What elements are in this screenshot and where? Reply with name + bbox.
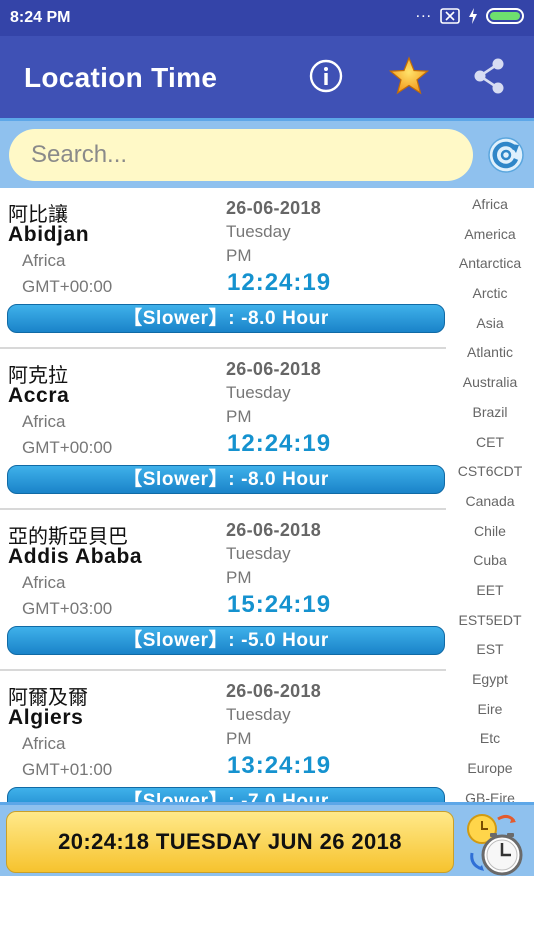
city-gmt-offset: GMT+01:00 xyxy=(22,760,113,779)
city-gmt-offset: GMT+03:00 xyxy=(22,599,113,618)
bottom-bar: 20:24:18 TUESDAY JUN 26 2018 xyxy=(0,802,534,876)
app-title: Location Time xyxy=(24,62,218,93)
region-index-item[interactable]: EST xyxy=(446,633,534,663)
more-notifications-icon: ... xyxy=(415,4,432,21)
region-index-item[interactable]: Chile xyxy=(446,515,534,545)
region-index-item[interactable]: Eire xyxy=(446,693,534,723)
city-date: 26-06-2018 xyxy=(226,359,322,379)
city-time: 13:24:19 xyxy=(227,752,332,779)
city-time: 12:24:19 xyxy=(227,430,332,457)
app-bar: Location Time xyxy=(0,36,534,118)
city-ampm: PM xyxy=(226,568,252,587)
search-input[interactable] xyxy=(9,129,473,181)
region-index-item[interactable]: Arctic xyxy=(446,277,534,307)
region-index[interactable]: Africa America Antarctica Arctic Asia At… xyxy=(446,188,534,802)
time-difference-badge: 【Slower】: -8.0 Hour xyxy=(7,304,445,333)
world-clock-button[interactable] xyxy=(460,807,530,879)
share-button[interactable] xyxy=(469,56,509,96)
battery-level xyxy=(490,12,520,20)
city-weekday: Tuesday xyxy=(226,544,291,563)
status-icons: ... xyxy=(415,4,524,24)
share-icon xyxy=(474,58,504,94)
status-time: 8:24 PM xyxy=(10,9,71,26)
region-index-item[interactable]: Europe xyxy=(446,752,534,782)
region-index-item[interactable]: Cuba xyxy=(446,544,534,574)
city-ampm: PM xyxy=(226,729,252,748)
city-date: 26-06-2018 xyxy=(226,198,322,218)
battery-icon xyxy=(486,8,524,24)
city-date: 26-06-2018 xyxy=(226,681,322,701)
city-region: Africa xyxy=(22,251,66,270)
city-weekday: Tuesday xyxy=(226,222,291,241)
city-time: 15:24:19 xyxy=(227,591,332,618)
time-difference-badge: 【Slower】: -7.0 Hour xyxy=(7,787,445,802)
city-ampm: PM xyxy=(226,246,252,265)
region-index-item[interactable]: Brazil xyxy=(446,396,534,426)
time-difference-badge: 【Slower】: -5.0 Hour xyxy=(7,626,445,655)
time-difference-badge: 【Slower】: -8.0 Hour xyxy=(7,465,445,494)
region-index-item[interactable]: CST6CDT xyxy=(446,455,534,485)
list-item[interactable]: 阿克拉 Accra Africa GMT+00:00 26-06-2018 Tu… xyxy=(0,349,446,510)
region-index-item[interactable]: Canada xyxy=(446,485,534,515)
region-index-item[interactable]: Africa xyxy=(446,188,534,218)
region-index-item[interactable]: Asia xyxy=(446,307,534,337)
sim-blocked-icon xyxy=(440,8,460,24)
alarm-clocks-icon xyxy=(467,814,523,876)
city-name: Accra xyxy=(8,384,70,407)
region-index-item[interactable]: GB-Eire xyxy=(446,782,534,802)
info-button[interactable] xyxy=(306,56,346,96)
region-index-item[interactable]: CET xyxy=(446,426,534,456)
region-index-item[interactable]: EET xyxy=(446,574,534,604)
city-gmt-offset: GMT+00:00 xyxy=(22,438,113,457)
city-date: 26-06-2018 xyxy=(226,520,322,540)
refresh-icon xyxy=(488,137,524,173)
city-region: Africa xyxy=(22,573,66,592)
list-item[interactable]: 亞的斯亞貝巴 Addis Ababa Africa GMT+03:00 26-0… xyxy=(0,510,446,671)
city-gmt-offset: GMT+00:00 xyxy=(22,277,113,296)
star-icon xyxy=(389,56,429,95)
city-name: Addis Ababa xyxy=(8,545,143,568)
status-bar: 8:24 PM ... xyxy=(0,0,534,36)
list-item[interactable]: 阿爾及爾 Algiers Africa GMT+01:00 26-06-2018… xyxy=(0,671,446,802)
city-region: Africa xyxy=(22,412,66,431)
region-index-item[interactable]: Atlantic xyxy=(446,336,534,366)
city-weekday: Tuesday xyxy=(226,705,291,724)
list-item[interactable]: 阿比讓 Abidjan Africa GMT+00:00 26-06-2018 … xyxy=(0,188,446,349)
city-list[interactable]: 阿比讓 Abidjan Africa GMT+00:00 26-06-2018 … xyxy=(0,188,446,802)
refresh-button[interactable] xyxy=(486,135,526,175)
region-index-item[interactable]: Etc xyxy=(446,722,534,752)
region-index-item[interactable]: Australia xyxy=(446,366,534,396)
city-weekday: Tuesday xyxy=(226,383,291,402)
info-icon xyxy=(309,59,343,93)
region-index-item[interactable]: Egypt xyxy=(446,663,534,693)
favorite-button[interactable] xyxy=(389,56,429,96)
city-region: Africa xyxy=(22,734,66,753)
local-time-banner[interactable]: 20:24:18 TUESDAY JUN 26 2018 xyxy=(6,811,454,873)
region-index-item[interactable]: America xyxy=(446,218,534,248)
city-name: Algiers xyxy=(8,706,84,729)
city-name: Abidjan xyxy=(8,223,90,246)
search-bar xyxy=(0,118,534,188)
region-index-item[interactable]: EST5EDT xyxy=(446,604,534,634)
city-time: 12:24:19 xyxy=(227,269,332,296)
region-index-item[interactable]: Antarctica xyxy=(446,247,534,277)
charging-bolt-icon xyxy=(469,8,477,24)
city-ampm: PM xyxy=(226,407,252,426)
